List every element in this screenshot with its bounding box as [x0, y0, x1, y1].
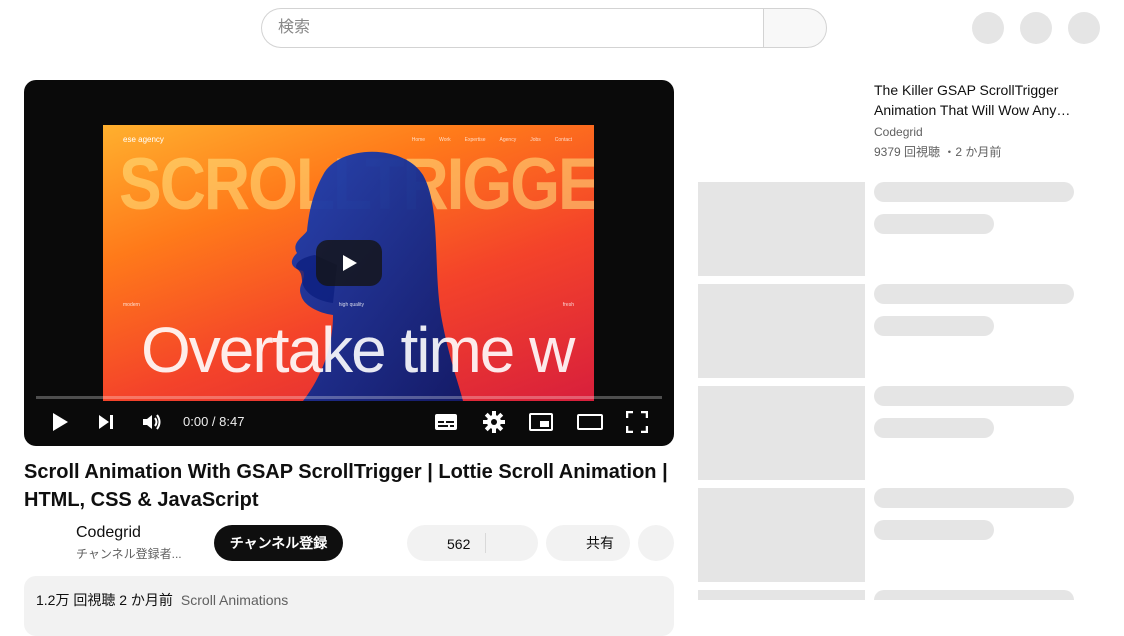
skeleton-thumbnail	[698, 182, 865, 276]
skeleton-meta-line	[874, 520, 994, 540]
skeleton-meta-line	[874, 214, 994, 234]
skeleton-title-line	[874, 182, 1074, 202]
skeleton-meta-line	[874, 418, 994, 438]
related-video-title[interactable]: The Killer GSAP ScrollTrigger Animation …	[874, 80, 1084, 120]
skeleton-thumbnail	[698, 590, 865, 600]
video-player[interactable]: ese agency Home Work Expertise Agency Jo…	[24, 80, 674, 446]
skeleton-title-line	[874, 590, 1074, 600]
fullscreen-icon	[626, 411, 648, 433]
play-icon	[53, 413, 68, 431]
more-actions-button[interactable]	[638, 525, 674, 561]
description-box[interactable]: 1.2万 回視聴 2 か月前 Scroll Animations	[24, 576, 674, 636]
like-dislike-group: 562	[407, 525, 538, 561]
create-icon[interactable]	[972, 12, 1004, 44]
thumbnail-tag: high quality	[338, 302, 365, 308]
miniplayer-button[interactable]	[528, 410, 554, 434]
thumbnail-tag: fresh	[562, 302, 574, 308]
play-button[interactable]	[48, 410, 72, 434]
skeleton-title-line	[874, 488, 1074, 508]
like-count[interactable]: 562	[447, 536, 470, 552]
subscribe-button[interactable]: チャンネル登録	[214, 525, 343, 561]
settings-button[interactable]	[481, 410, 507, 434]
skeleton-title-line	[874, 284, 1074, 304]
notifications-icon[interactable]	[1020, 12, 1052, 44]
video-title: Scroll Animation With GSAP ScrollTrigger…	[24, 461, 668, 511]
time-display: 0:00 / 8:47	[183, 414, 245, 429]
views-date: 1.2万 回視聴 2 か月前	[36, 592, 173, 608]
volume-icon	[143, 414, 161, 430]
avatar[interactable]	[1068, 12, 1100, 44]
center-play-button[interactable]	[316, 240, 382, 286]
theater-mode-icon	[577, 414, 603, 430]
share-label: 共有	[586, 535, 614, 551]
subtitles-icon	[435, 414, 457, 430]
subtitles-button[interactable]	[433, 410, 459, 434]
share-button[interactable]: 共有	[546, 525, 630, 561]
channel-subscribers: チャンネル登録者...	[76, 547, 182, 561]
thumbnail-big-text: Overtake time w	[141, 314, 575, 386]
skeleton-title-line	[874, 386, 1074, 406]
skeleton-thumbnail	[698, 386, 865, 480]
skeleton-meta-line	[874, 316, 994, 336]
mute-button[interactable]	[140, 410, 164, 434]
play-icon	[343, 255, 357, 271]
thumbnail-tags: modern high quality fresh	[123, 302, 574, 308]
skip-next-icon	[99, 415, 113, 429]
thumbnail-tag: modern	[123, 302, 140, 308]
skeleton-thumbnail	[698, 284, 865, 378]
fullscreen-button[interactable]	[625, 410, 649, 434]
skeleton-thumbnail	[698, 488, 865, 582]
gear-icon	[483, 411, 505, 433]
search-input[interactable]	[262, 9, 763, 47]
playlist-tag[interactable]: Scroll Animations	[181, 592, 288, 608]
related-video-channel[interactable]: Codegrid	[874, 125, 923, 139]
description-meta: 1.2万 回視聴 2 か月前 Scroll Animations	[36, 590, 288, 610]
miniplayer-icon	[529, 413, 553, 431]
like-divider	[485, 533, 486, 553]
next-button[interactable]	[94, 410, 118, 434]
search-button[interactable]	[763, 8, 827, 48]
search-box	[261, 8, 763, 48]
theater-mode-button[interactable]	[576, 410, 604, 434]
related-video-meta: 9379 回視聴 ・2 か月前	[874, 145, 1002, 159]
channel-name[interactable]: Codegrid	[76, 524, 141, 542]
progress-bar[interactable]	[36, 396, 662, 399]
